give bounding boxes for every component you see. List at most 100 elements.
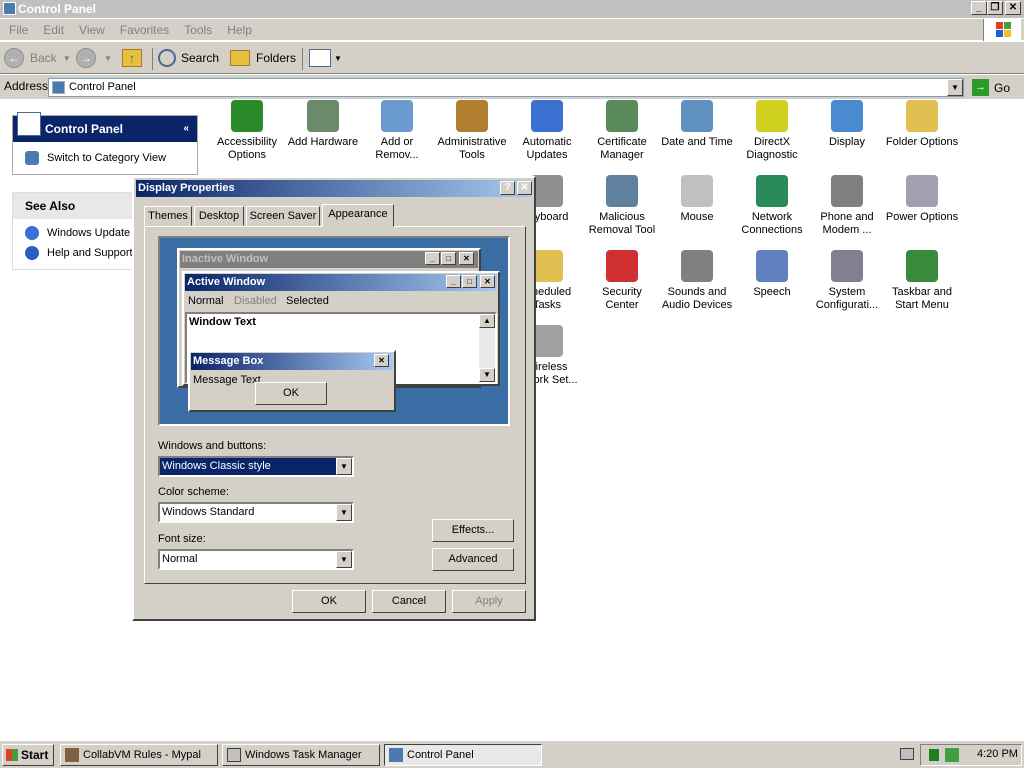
applet-icon <box>756 175 788 207</box>
control-panel-item[interactable]: Add or Remov... <box>360 100 434 162</box>
color-scheme-label: Color scheme: <box>158 486 229 498</box>
control-panel-item[interactable]: Sounds and Audio Devices <box>660 250 734 312</box>
task-manager-icon <box>227 748 241 762</box>
applet-icon <box>681 250 713 282</box>
switch-label: Switch to Category View <box>47 152 167 164</box>
toolbar-divider <box>152 48 153 70</box>
tray-icon[interactable] <box>929 749 939 761</box>
applet-label: Date and Time <box>661 136 733 148</box>
go-button[interactable]: → Go <box>972 78 1010 97</box>
task-button-mypal[interactable]: CollabVM Rules - Mypal <box>60 744 218 766</box>
menu-tools[interactable]: Tools <box>184 23 212 37</box>
control-panel-header[interactable]: Control Panel « <box>13 112 197 142</box>
inactive-min-icon: _ <box>425 252 440 265</box>
color-scheme-value: Windows Standard <box>162 506 255 518</box>
control-panel-item[interactable]: Date and Time <box>660 100 734 149</box>
control-panel-item[interactable]: Certificate Manager <box>585 100 659 162</box>
windows-logo-icon <box>983 19 1021 41</box>
up-folder-button[interactable]: ↑ <box>122 46 146 70</box>
address-input[interactable]: Control Panel ▼ <box>48 78 964 97</box>
applet-icon <box>606 100 638 132</box>
control-panel-item[interactable]: Folder Options <box>885 100 959 149</box>
control-panel-item[interactable]: Network Connections <box>735 175 809 237</box>
applet-label: Administrative Tools <box>437 136 507 161</box>
advanced-button[interactable]: Advanced <box>432 548 514 571</box>
address-dropdown-icon[interactable]: ▼ <box>947 79 963 96</box>
taskbar: Start CollabVM Rules - Mypal Windows Tas… <box>0 740 1024 768</box>
dialog-close-button[interactable]: ✕ <box>517 181 532 195</box>
control-panel-item[interactable]: Display <box>810 100 884 149</box>
control-panel-item[interactable]: Mouse <box>660 175 734 224</box>
folders-button[interactable]: Folders <box>230 46 296 70</box>
menu-file[interactable]: File <box>9 23 28 37</box>
control-panel-item[interactable]: Add Hardware <box>286 100 360 149</box>
appearance-preview: Inactive Window _ □ ✕ Active Window _ □ … <box>158 236 510 426</box>
dialog-help-button[interactable]: ? <box>500 181 515 195</box>
effects-button[interactable]: Effects... <box>432 519 514 542</box>
go-label: Go <box>994 80 1011 95</box>
control-panel-item[interactable]: System Configurati... <box>810 250 884 312</box>
menu-view[interactable]: View <box>79 23 105 37</box>
active-max-icon: □ <box>462 275 477 288</box>
control-panel-item[interactable]: Automatic Updates <box>510 100 584 162</box>
control-panel-item[interactable]: Power Options <box>885 175 959 224</box>
tab-screen-saver[interactable]: Screen Saver <box>246 206 320 226</box>
control-panel-item[interactable]: Malicious Removal Tool <box>585 175 659 237</box>
menu-favorites[interactable]: Favorites <box>120 23 169 37</box>
cancel-button[interactable]: Cancel <box>372 590 446 613</box>
message-box-preview: Message Box ✕ Message Text OK <box>188 350 396 412</box>
control-panel-item[interactable]: Administrative Tools <box>435 100 509 162</box>
control-panel-item[interactable]: Taskbar and Start Menu <box>885 250 959 312</box>
dialog-title-bar: Display Properties ? ✕ <box>136 180 532 197</box>
preview-scrollbar: ▲ ▼ <box>479 314 495 382</box>
message-text: Message Text <box>193 374 261 386</box>
applet-icon <box>906 100 938 132</box>
color-scheme-dropdown-icon[interactable]: ▼ <box>336 504 352 521</box>
restore-button[interactable]: ❐ <box>987 1 1003 15</box>
back-dropdown-icon[interactable]: ▼ <box>63 54 71 63</box>
windows-buttons-dropdown-icon[interactable]: ▼ <box>336 458 352 475</box>
color-scheme-select[interactable]: Windows Standard ▼ <box>158 502 354 523</box>
forward-button[interactable]: → ▼ <box>76 46 112 70</box>
close-button[interactable]: ✕ <box>1005 1 1021 15</box>
switch-category-view-link[interactable]: Switch to Category View <box>13 148 197 168</box>
search-button[interactable]: Search <box>158 46 219 70</box>
search-icon <box>158 49 176 67</box>
start-button[interactable]: Start <box>2 744 54 766</box>
forward-arrow-icon: → <box>76 48 96 68</box>
font-size-select[interactable]: Normal ▼ <box>158 549 354 570</box>
task-button-task-manager[interactable]: Windows Task Manager <box>222 744 380 766</box>
control-panel-item[interactable]: DirectX Diagnostic <box>735 100 809 162</box>
applet-label: Automatic Updates <box>522 136 572 161</box>
message-box-title: Message Box <box>191 353 393 370</box>
active-close-icon: ✕ <box>480 275 495 288</box>
search-label: Search <box>181 51 220 65</box>
ok-button[interactable]: OK <box>292 590 366 613</box>
forward-dropdown-icon[interactable]: ▼ <box>104 54 112 63</box>
font-size-dropdown-icon[interactable]: ▼ <box>336 551 352 568</box>
control-panel-item[interactable]: Security Center <box>585 250 659 312</box>
menu-help[interactable]: Help <box>227 23 252 37</box>
active-min-icon: _ <box>446 275 461 288</box>
collapse-icon[interactable]: « <box>183 116 189 142</box>
windows-buttons-select[interactable]: Windows Classic style ▼ <box>158 456 354 477</box>
control-panel-item[interactable]: Speech <box>735 250 809 299</box>
windows-buttons-value: Windows Classic style <box>162 460 271 472</box>
menu-edit[interactable]: Edit <box>43 23 64 37</box>
back-button[interactable]: ← Back ▼ <box>4 46 71 70</box>
task-button-control-panel[interactable]: Control Panel <box>384 744 542 766</box>
views-button[interactable]: ▼ <box>309 46 342 70</box>
keyboard-icon[interactable] <box>900 748 914 760</box>
clock[interactable]: 4:20 PM <box>977 748 1018 760</box>
tab-desktop[interactable]: Desktop <box>194 206 244 226</box>
toolbar: ← Back ▼ → ▼ ↑ Search Folders ▼ <box>0 42 1024 74</box>
control-panel-item[interactable]: Phone and Modem ... <box>810 175 884 237</box>
control-panel-item[interactable]: Accessibility Options <box>210 100 284 162</box>
apply-button[interactable]: Apply <box>452 590 526 613</box>
minimize-button[interactable]: _ <box>971 1 987 15</box>
applet-icon <box>307 100 339 132</box>
tab-themes[interactable]: Themes <box>144 206 192 226</box>
tab-appearance[interactable]: Appearance <box>322 204 394 227</box>
preview-menu-disabled: Disabled <box>234 295 277 307</box>
network-tray-icon[interactable] <box>945 748 959 762</box>
